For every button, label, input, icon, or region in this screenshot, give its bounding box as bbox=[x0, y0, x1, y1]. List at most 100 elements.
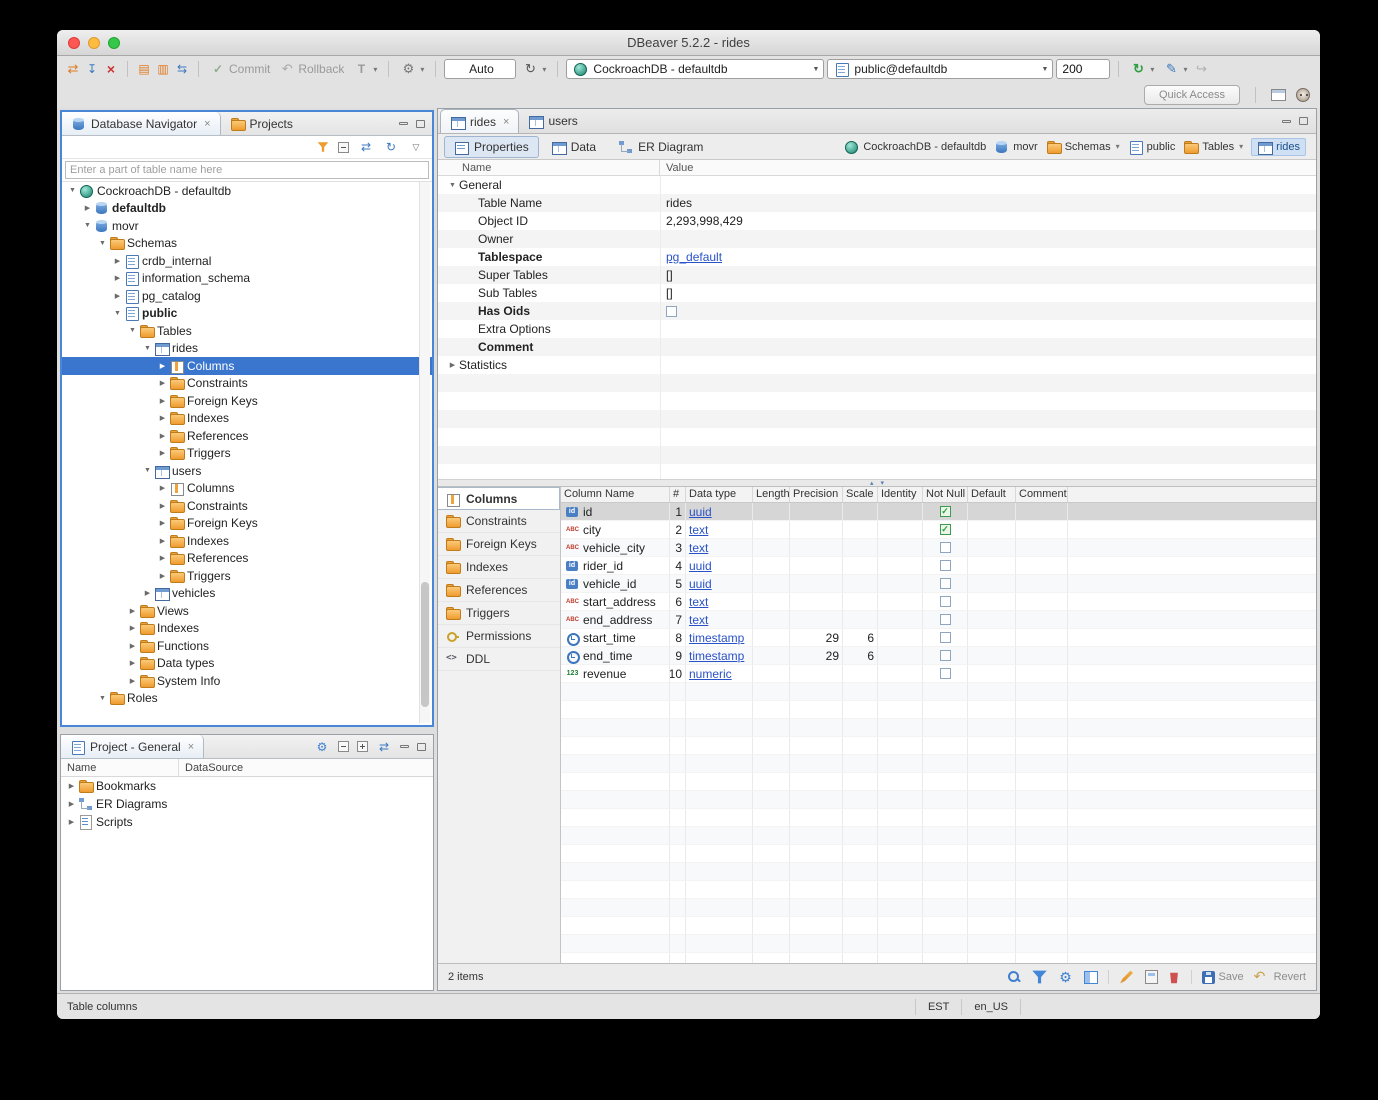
open-sql-script-icon[interactable] bbox=[155, 61, 171, 77]
column-header-not-null[interactable]: Not Null bbox=[923, 487, 968, 502]
tree-item-constraints[interactable]: ▶Constraints bbox=[62, 497, 432, 515]
column-header-[interactable]: # bbox=[670, 487, 686, 502]
collapse-arrow-icon[interactable]: ▼ bbox=[66, 187, 79, 194]
side-tab-foreign-keys[interactable]: Foreign Keys bbox=[438, 533, 560, 556]
tree-item-public[interactable]: ▼public bbox=[62, 305, 432, 323]
expand-arrow-icon[interactable]: ▶ bbox=[156, 362, 169, 370]
property-value[interactable]: [] bbox=[660, 268, 1316, 282]
combo-arrow-icon[interactable]: ▼ bbox=[1037, 66, 1048, 73]
side-tab-indexes[interactable]: Indexes bbox=[438, 556, 560, 579]
property-value[interactable]: [] bbox=[660, 286, 1316, 300]
horizontal-splitter[interactable]: ▴ ▾ bbox=[438, 479, 1316, 487]
editor-tab-users[interactable]: users bbox=[519, 109, 586, 133]
column-header-default[interactable]: Default bbox=[968, 487, 1016, 502]
not-null-cell[interactable] bbox=[923, 665, 968, 683]
expand-arrow-icon[interactable]: ▶ bbox=[111, 274, 124, 282]
property-row-comment[interactable]: Comment bbox=[438, 338, 1316, 356]
tree-item-triggers[interactable]: ▶Triggers bbox=[62, 567, 432, 585]
data-type-link[interactable]: timestamp bbox=[689, 631, 744, 645]
not-null-checkbox[interactable] bbox=[940, 650, 951, 661]
side-tab-permissions[interactable]: Permissions bbox=[438, 625, 560, 648]
datasource-column-header[interactable]: DataSource bbox=[179, 762, 433, 774]
scrollbar-thumb[interactable] bbox=[421, 582, 429, 706]
not-null-checkbox[interactable] bbox=[940, 632, 951, 643]
tree-item-schemas[interactable]: ▼Schemas bbox=[62, 235, 432, 253]
tree-item-defaultdb[interactable]: ▶defaultdb bbox=[62, 200, 432, 218]
expand-arrow-icon[interactable]: ▶ bbox=[126, 607, 139, 615]
property-link[interactable]: pg_default bbox=[666, 250, 722, 264]
not-null-cell[interactable] bbox=[923, 557, 968, 575]
expand-arrow-icon[interactable]: ▶ bbox=[156, 484, 169, 492]
not-null-cell[interactable] bbox=[923, 575, 968, 593]
editor-tab-rides[interactable]: rides× bbox=[440, 109, 519, 133]
expand-arrow-icon[interactable]: ▶ bbox=[126, 624, 139, 632]
tree-item-vehicles[interactable]: ▶vehicles bbox=[62, 585, 432, 603]
not-null-checkbox[interactable] bbox=[940, 542, 951, 553]
filter-objects-icon[interactable] bbox=[317, 141, 329, 153]
property-checkbox[interactable] bbox=[666, 306, 677, 317]
collapse-arrow-icon[interactable]: ▼ bbox=[111, 310, 124, 317]
tree-item-constraints[interactable]: ▶Constraints bbox=[62, 375, 432, 393]
gear-icon[interactable] bbox=[314, 739, 330, 755]
column-header-identity[interactable]: Identity bbox=[878, 487, 923, 502]
collapse-arrow-icon[interactable]: ▼ bbox=[446, 182, 459, 189]
tree-item-references[interactable]: ▶References bbox=[62, 550, 432, 568]
table-search-input[interactable] bbox=[65, 161, 429, 179]
not-null-cell[interactable] bbox=[923, 539, 968, 557]
expand-arrow-icon[interactable]: ▶ bbox=[65, 818, 78, 826]
settings-gear-icon[interactable] bbox=[1058, 969, 1074, 985]
not-null-cell[interactable] bbox=[923, 593, 968, 611]
column-row-start-time[interactable]: start_time8timestamp296 bbox=[561, 629, 1316, 647]
collapse-arrow-icon[interactable]: ▼ bbox=[141, 345, 154, 352]
not-null-checkbox[interactable] bbox=[940, 560, 951, 571]
column-row-rider-id[interactable]: rider_id4uuid bbox=[561, 557, 1316, 575]
data-type-link[interactable]: text bbox=[689, 595, 708, 609]
side-tab-ddl[interactable]: DDL bbox=[438, 648, 560, 671]
data-type-link[interactable]: timestamp bbox=[689, 649, 744, 663]
expand-arrow-icon[interactable]: ▶ bbox=[126, 642, 139, 650]
name-column-header[interactable]: Name bbox=[438, 160, 660, 175]
project-item-scripts[interactable]: ▶Scripts bbox=[61, 813, 433, 831]
collapse-arrow-icon[interactable]: ▼ bbox=[126, 327, 139, 334]
side-tab-columns[interactable]: Columns bbox=[438, 487, 560, 510]
tab-project-general[interactable]: Project - General × bbox=[61, 735, 204, 758]
subtab-properties[interactable]: Properties bbox=[444, 136, 539, 158]
project-item-er-diagrams[interactable]: ▶ER Diagrams bbox=[61, 795, 433, 813]
column-header-precision[interactable]: Precision bbox=[790, 487, 843, 502]
edit-pencil-icon[interactable] bbox=[1119, 969, 1135, 985]
column-row-city[interactable]: city2text bbox=[561, 521, 1316, 539]
not-null-checkbox[interactable] bbox=[940, 614, 951, 625]
disconnect-icon[interactable] bbox=[103, 61, 119, 77]
data-type-link[interactable]: numeric bbox=[689, 667, 732, 681]
maximize-panel-icon[interactable] bbox=[417, 743, 426, 751]
property-row-has-oids[interactable]: Has Oids bbox=[438, 302, 1316, 320]
collapse-up-icon[interactable]: ▴ bbox=[870, 480, 874, 487]
subtab-data[interactable]: Data bbox=[541, 136, 606, 158]
close-tab-icon[interactable]: × bbox=[188, 741, 194, 753]
expand-arrow-icon[interactable]: ▶ bbox=[126, 677, 139, 685]
dbeaver-perspective-icon[interactable] bbox=[1296, 88, 1310, 102]
tree-item-system-info[interactable]: ▶System Info bbox=[62, 672, 432, 690]
project-item-bookmarks[interactable]: ▶Bookmarks bbox=[61, 777, 433, 795]
side-tab-references[interactable]: References bbox=[438, 579, 560, 602]
compare-objects-icon[interactable] bbox=[174, 61, 190, 77]
tree-item-users[interactable]: ▼users bbox=[62, 462, 432, 480]
property-value[interactable] bbox=[660, 306, 1316, 317]
property-value[interactable]: 2,293,998,429 bbox=[660, 214, 1316, 228]
tree-item-rides[interactable]: ▼rides bbox=[62, 340, 432, 358]
tree-item-pg-catalog[interactable]: ▶pg_catalog bbox=[62, 287, 432, 305]
tree-item-functions[interactable]: ▶Functions bbox=[62, 637, 432, 655]
column-header-scale[interactable]: Scale bbox=[843, 487, 878, 502]
tree-item-foreign-keys[interactable]: ▶Foreign Keys bbox=[62, 392, 432, 410]
maximize-editor-icon[interactable] bbox=[1299, 117, 1308, 125]
property-value[interactable]: pg_default bbox=[660, 250, 1316, 264]
side-tab-triggers[interactable]: Triggers bbox=[438, 602, 560, 625]
property-row-table-name[interactable]: Table Namerides bbox=[438, 194, 1316, 212]
property-row-statistics[interactable]: ▶Statistics bbox=[438, 356, 1316, 374]
value-column-header[interactable]: Value bbox=[660, 162, 693, 174]
expand-arrow-icon[interactable]: ▶ bbox=[141, 589, 154, 597]
column-row-vehicle-id[interactable]: vehicle_id5uuid bbox=[561, 575, 1316, 593]
save-button[interactable]: Save bbox=[1202, 971, 1244, 984]
close-tab-icon[interactable]: × bbox=[204, 118, 210, 130]
forward-icon[interactable] bbox=[1193, 61, 1209, 77]
